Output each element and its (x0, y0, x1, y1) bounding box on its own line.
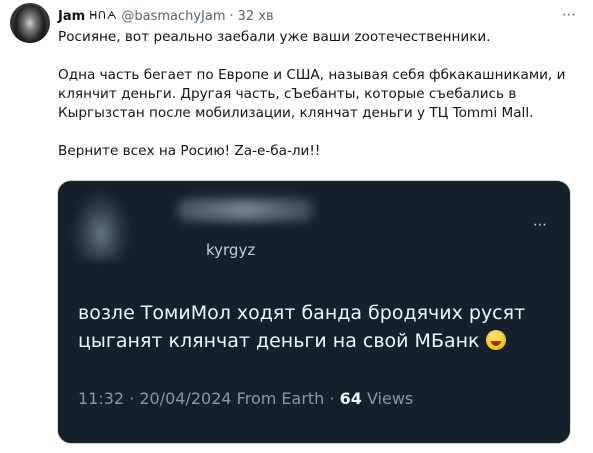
quoted-text-line: возле ТомиМол ходят банда бродячих русят (78, 302, 526, 324)
quoted-more-icon: ⋯ (533, 217, 548, 233)
quoted-meta: 11:32 · 20/04/2024 From Earth · 64 Views (78, 389, 413, 408)
quoted-text: возле ТомиМол ходят банда бродячих русят… (78, 299, 558, 355)
quoted-handle: kyrgyz (206, 241, 256, 259)
blurred-display-name (178, 199, 313, 221)
embedded-screenshot[interactable]: kyrgyz ⋯ возле ТомиМол ходят банда бродя… (57, 180, 571, 444)
tweet-text: Росияне, вот реально заебали уже ваши zо… (58, 28, 578, 161)
avatar-image (14, 5, 46, 43)
more-options-icon[interactable]: ⋯ (562, 7, 577, 23)
blurred-avatar (72, 191, 130, 261)
author-name[interactable]: Jam (58, 9, 85, 24)
author-name-decoration: ᕼᑎᗅ (89, 9, 118, 22)
author-handle[interactable]: @basmachyJam (121, 9, 225, 24)
author-avatar[interactable] (10, 3, 50, 43)
tweet-text-line: Верните всех на Росию! Zа-е-ба-ли!! (58, 143, 321, 159)
tweet-text-line: Одна часть бегает по Европе и США, назыв… (58, 67, 566, 83)
tweet[interactable]: Jam ᕼᑎᗅ @basmachyJam · 32 хв ⋯ Росияне, … (0, 0, 593, 453)
views-label: Views (366, 389, 414, 408)
tweet-time[interactable]: 32 хв (238, 9, 274, 24)
tweet-text-line: клянчит деньги. Другая часть, сЪебанты, … (58, 86, 517, 102)
laughing-emoji-icon (485, 330, 506, 350)
tweet-header: Jam ᕼᑎᗅ @basmachyJam · 32 хв (58, 7, 274, 25)
header-separator: · (229, 8, 234, 24)
quoted-text-line: цыганят клянчат деньги на свой МБанк (78, 327, 558, 355)
views-count: 64 (339, 389, 362, 408)
tweet-text-line: Росияне, вот реально заебали уже ваши zо… (58, 29, 491, 45)
quoted-timestamp: 11:32 · 20/04/2024 From Earth · (78, 389, 335, 408)
tweet-text-line: Кыргызстан после мобилизации, клянчат де… (58, 105, 534, 121)
